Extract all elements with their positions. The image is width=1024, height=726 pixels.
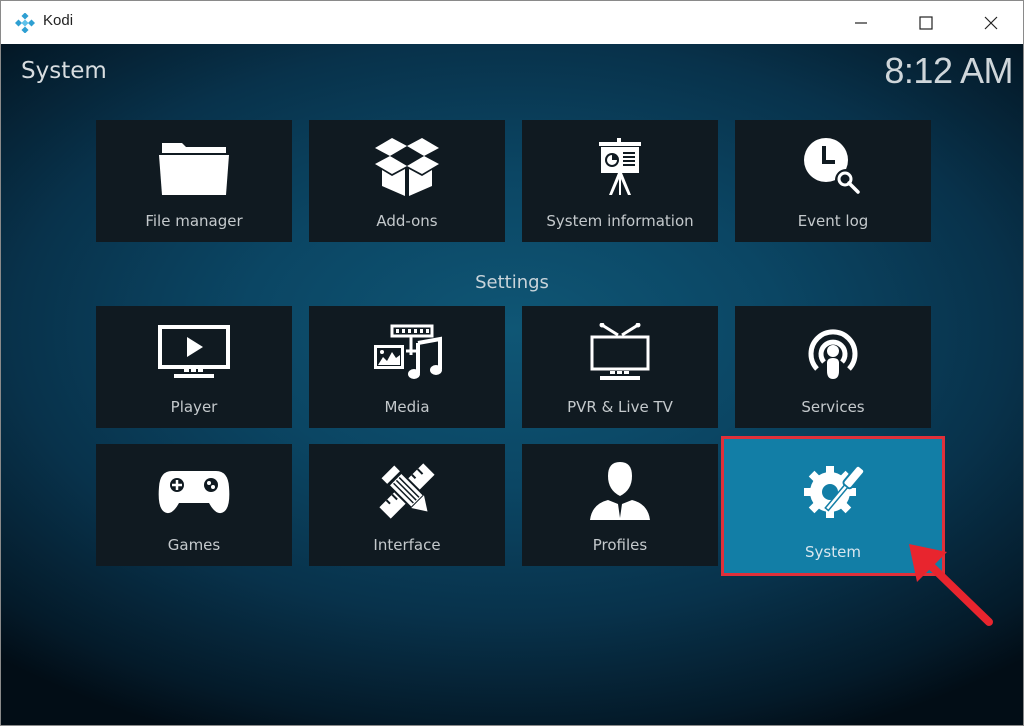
tile-profiles[interactable]: Profiles: [522, 444, 718, 566]
tile-media[interactable]: Media: [309, 306, 505, 428]
tile-pvr-live-tv[interactable]: PVR & Live TV: [522, 306, 718, 428]
tile-label: Player: [170, 398, 218, 416]
broadcast-icon: [808, 329, 858, 379]
user-icon: [590, 462, 650, 520]
tile-label: Interface: [373, 536, 441, 554]
close-button[interactable]: [961, 1, 1021, 44]
tile-services[interactable]: Services: [735, 306, 931, 428]
kodi-logo-icon: [15, 13, 35, 33]
page-title: System: [21, 58, 107, 84]
tile-event-log[interactable]: Event log: [735, 120, 931, 242]
tile-system-information[interactable]: System information: [522, 120, 718, 242]
window-title: Kodi: [43, 12, 74, 29]
tile-system[interactable]: System: [724, 439, 942, 573]
tile-label: Add-ons: [376, 212, 438, 230]
tile-label: System: [805, 543, 861, 561]
tile-label: Profiles: [592, 536, 648, 554]
kodi-app: System 8:12 AM File manager Add-ons Syst…: [1, 44, 1023, 725]
gamepad-icon: [158, 471, 230, 514]
tile-label: Services: [801, 398, 865, 416]
tile-games[interactable]: Games: [96, 444, 292, 566]
minimize-button[interactable]: [831, 1, 891, 44]
maximize-button[interactable]: [896, 1, 956, 44]
kodi-window: Kodi System 8:12 AM File manager Add-ons…: [0, 0, 1024, 726]
tile-label: Games: [167, 536, 221, 554]
tile-interface[interactable]: Interface: [309, 444, 505, 566]
clock-search-icon: [804, 138, 860, 194]
tile-player[interactable]: Player: [96, 306, 292, 428]
tile-label: File manager: [145, 212, 243, 230]
tile-label: Event log: [797, 212, 869, 230]
open-box-icon: [375, 138, 439, 196]
close-icon: [984, 16, 998, 29]
minimize-icon: [855, 21, 867, 24]
tile-add-ons[interactable]: Add-ons: [309, 120, 505, 242]
title-bar: Kodi: [1, 1, 1023, 44]
presentation-board-icon: [599, 138, 641, 195]
tv-antenna-icon: [590, 323, 650, 380]
tile-label: System information: [546, 212, 694, 230]
monitor-play-icon: [158, 325, 230, 378]
media-icon: [374, 324, 442, 379]
tile-label: PVR & Live TV: [567, 398, 673, 416]
tile-file-manager[interactable]: File manager: [96, 120, 292, 242]
tile-label: Media: [384, 398, 430, 416]
pencil-ruler-icon: [379, 463, 435, 519]
maximize-icon: [919, 15, 933, 30]
settings-heading: Settings: [475, 272, 549, 293]
folder-icon: [159, 143, 229, 195]
gear-screwdriver-icon: [804, 464, 866, 518]
clock: 8:12 AM: [884, 50, 1013, 91]
